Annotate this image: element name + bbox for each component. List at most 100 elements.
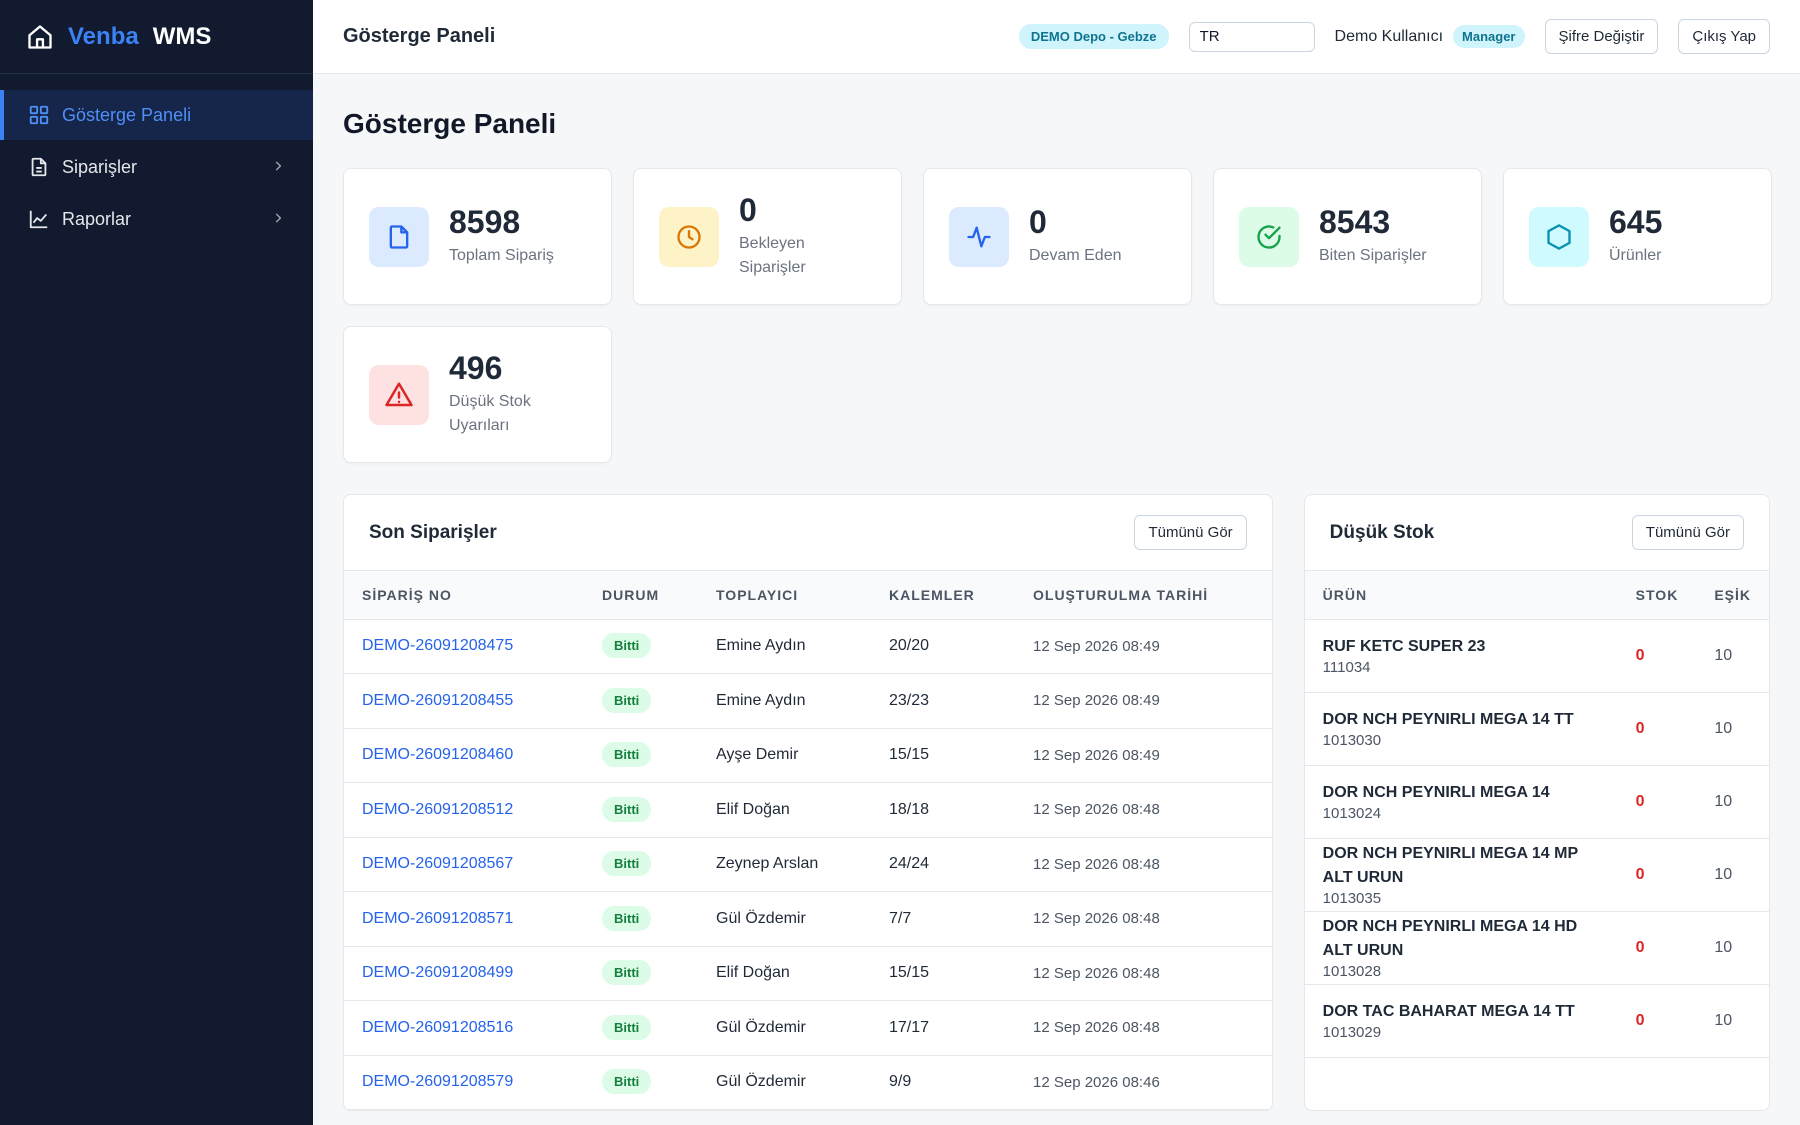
order-number-cell: DEMO-26091208567 bbox=[344, 837, 584, 892]
status-badge: Bitti bbox=[602, 1014, 652, 1040]
stock-cell: 0 bbox=[1617, 692, 1697, 766]
brand-name-primary: Venba bbox=[68, 22, 139, 50]
product-code: 111034 bbox=[1322, 659, 1371, 676]
recent-orders-panel: Son Siparişler Tümünü Gör SİPARİŞ NO DUR… bbox=[343, 494, 1273, 1111]
status-badge: Bitti bbox=[602, 1069, 652, 1095]
picker-cell: Elif Doğan bbox=[698, 782, 871, 838]
logout-button[interactable]: Çıkış Yap bbox=[1678, 19, 1770, 54]
column-header[interactable]: SİPARİŞ NO bbox=[344, 571, 584, 620]
table-row[interactable]: DEMO-26091208512 Bitti Elif Doğan 18/18 12 S… bbox=[344, 782, 1272, 838]
panel-title: Düşük Stok bbox=[1329, 521, 1435, 543]
picker-cell: Ayşe Demir bbox=[698, 728, 871, 783]
view-all-low-stock-button[interactable]: Tümünü Gör bbox=[1631, 515, 1744, 550]
stat-label: Bekleyen Siparişler bbox=[739, 235, 806, 277]
product-code: 1013035 bbox=[1322, 890, 1382, 907]
picker-cell: Emine Aydın bbox=[698, 673, 871, 729]
column-header[interactable]: TOPLAYICI bbox=[698, 571, 871, 620]
items-cell: 20/20 bbox=[871, 619, 1015, 674]
table-row[interactable]: DEMO-26091208499 Bitti Elif Doğan 15/15 12 S… bbox=[344, 946, 1272, 1001]
activity-icon bbox=[949, 206, 1009, 267]
table-row[interactable]: DEMO-26091208579 Bitti Gül Özdemir 9/9 12 Se… bbox=[344, 1055, 1272, 1110]
table-row[interactable]: DOR TAC BAHARAT MEGA 14 TT 1013029 0 10 bbox=[1304, 984, 1769, 1058]
low-stock-table: ÜRÜN STOK EŞİK RUF KETC SUPER 23 111034 0 1… bbox=[1304, 571, 1769, 1058]
status-badge: Bitti bbox=[602, 742, 652, 768]
order-number-link[interactable]: DEMO-26091208460 bbox=[362, 746, 513, 763]
product-name: RUF KETC SUPER 23 bbox=[1322, 638, 1486, 655]
order-number-link[interactable]: DEMO-26091208571 bbox=[362, 910, 513, 927]
change-password-button[interactable]: Şifre Değiştir bbox=[1544, 19, 1659, 54]
sidebar-item-label: Gösterge Paneli bbox=[62, 104, 192, 125]
picker-cell: Gül Özdemir bbox=[698, 1000, 871, 1056]
brand[interactable]: Venba WMS bbox=[0, 0, 313, 74]
table-row[interactable]: RUF KETC SUPER 23 111034 0 10 bbox=[1304, 619, 1769, 693]
product-code: 1013030 bbox=[1322, 732, 1382, 749]
threshold-cell: 10 bbox=[1696, 838, 1769, 912]
order-number-link[interactable]: DEMO-26091208516 bbox=[362, 1019, 513, 1036]
table-row[interactable]: DEMO-26091208516 Bitti Gül Özdemir 17/17 12 … bbox=[344, 1000, 1272, 1056]
column-header[interactable]: KALEMLER bbox=[871, 571, 1015, 620]
items-cell: 18/18 bbox=[871, 782, 1015, 838]
table-row[interactable]: DEMO-26091208571 Bitti Gül Özdemir 7/7 12 Se… bbox=[344, 891, 1272, 947]
order-number-cell: DEMO-26091208455 bbox=[344, 673, 584, 729]
table-row[interactable]: DOR NCH PEYNIRLI MEGA 14 TT 1013030 0 10 bbox=[1304, 692, 1769, 766]
order-number-cell: DEMO-26091208475 bbox=[344, 619, 584, 674]
column-header[interactable]: EŞİK bbox=[1696, 571, 1769, 620]
stat-card-in-progress[interactable]: 0 Devam Eden bbox=[923, 168, 1192, 305]
stat-value: 8543 bbox=[1319, 203, 1391, 240]
document-icon bbox=[28, 156, 50, 178]
sidebar-item-dashboard[interactable]: Gösterge Paneli bbox=[0, 90, 313, 140]
order-number-link[interactable]: DEMO-26091208567 bbox=[362, 855, 513, 872]
created-date-cell: 12 Sep 2026 08:48 bbox=[1015, 1000, 1272, 1056]
order-number-link[interactable]: DEMO-26091208499 bbox=[362, 964, 513, 981]
order-number-link[interactable]: DEMO-26091208512 bbox=[362, 801, 513, 818]
column-header[interactable]: STOK bbox=[1617, 571, 1697, 620]
view-all-orders-button[interactable]: Tümünü Gör bbox=[1134, 515, 1247, 550]
sidebar-item-reports[interactable]: Raporlar bbox=[0, 194, 313, 244]
table-row[interactable]: DOR NCH PEYNIRLI MEGA 14 HD ALT URUN 1013… bbox=[1304, 911, 1769, 985]
sidebar-item-label: Siparişler bbox=[62, 156, 138, 177]
order-number-link[interactable]: DEMO-26091208455 bbox=[362, 692, 513, 709]
order-number-link[interactable]: DEMO-26091208579 bbox=[362, 1073, 513, 1090]
product-cell: RUF KETC SUPER 23 111034 bbox=[1304, 619, 1618, 693]
threshold-cell: 10 bbox=[1696, 984, 1769, 1058]
stat-card-products[interactable]: 645 Ürünler bbox=[1503, 168, 1772, 305]
items-cell: 15/15 bbox=[871, 728, 1015, 783]
product-cell: DOR NCH PEYNIRLI MEGA 14 MP ALT URUN 1013… bbox=[1304, 838, 1618, 912]
stat-label: Düşük Stok Uyarıları bbox=[449, 393, 531, 435]
table-row[interactable]: DEMO-26091208567 Bitti Zeynep Arslan 24/24 1… bbox=[344, 837, 1272, 892]
threshold-cell: 10 bbox=[1696, 765, 1769, 839]
stat-card-completed-orders[interactable]: 8543 Biten Siparişler bbox=[1213, 168, 1482, 305]
table-row[interactable]: DOR NCH PEYNIRLI MEGA 14 1013024 0 10 bbox=[1304, 765, 1769, 839]
stat-value: 496 bbox=[449, 349, 503, 386]
sidebar-item-orders[interactable]: Siparişler bbox=[0, 142, 313, 192]
table-header-row: SİPARİŞ NO DURUM TOPLAYICI KALEMLER OLUŞ… bbox=[344, 571, 1272, 620]
stock-cell: 0 bbox=[1617, 765, 1697, 839]
created-date-cell: 12 Sep 2026 08:49 bbox=[1015, 728, 1272, 783]
status-badge: Bitti bbox=[602, 851, 652, 877]
product-cell: DOR NCH PEYNIRLI MEGA 14 TT 1013030 bbox=[1304, 692, 1618, 766]
table-row[interactable]: DOR NCH PEYNIRLI MEGA 14 MP ALT URUN 1013… bbox=[1304, 838, 1769, 912]
picker-cell: Emine Aydın bbox=[698, 619, 871, 674]
product-cell: DOR NCH PEYNIRLI MEGA 14 1013024 bbox=[1304, 765, 1618, 839]
table-row[interactable]: DEMO-26091208455 Bitti Emine Aydın 23/23 12 … bbox=[344, 673, 1272, 729]
table-row[interactable]: DEMO-26091208460 Bitti Ayşe Demir 15/15 12 S… bbox=[344, 728, 1272, 783]
column-header[interactable]: OLUŞTURULMA TARİHİ bbox=[1015, 571, 1272, 620]
stock-cell: 0 bbox=[1617, 911, 1697, 985]
product-cell: DOR TAC BAHARAT MEGA 14 TT 1013029 bbox=[1304, 984, 1618, 1058]
product-name: DOR TAC BAHARAT MEGA 14 TT bbox=[1322, 1003, 1575, 1020]
language-select[interactable] bbox=[1188, 21, 1315, 52]
stat-label: Ürünler bbox=[1609, 247, 1662, 265]
stat-card-total-orders[interactable]: 8598 Toplam Sipariş bbox=[343, 168, 612, 305]
sidebar-item-label: Raporlar bbox=[62, 208, 132, 229]
column-header[interactable]: DURUM bbox=[584, 571, 698, 620]
stat-card-low-stock-alerts[interactable]: 496 Düşük Stok Uyarıları bbox=[343, 326, 612, 463]
order-number-cell: DEMO-26091208516 bbox=[344, 1000, 584, 1056]
items-cell: 15/15 bbox=[871, 946, 1015, 1001]
table-row[interactable]: DEMO-26091208475 Bitti Emine Aydın 20/20 12 … bbox=[344, 619, 1272, 674]
order-number-link[interactable]: DEMO-26091208475 bbox=[362, 637, 513, 654]
home-icon bbox=[28, 24, 52, 49]
stat-card-pending-orders[interactable]: 0 Bekleyen Siparişler bbox=[633, 168, 902, 305]
column-header[interactable]: ÜRÜN bbox=[1304, 571, 1618, 620]
order-number-cell: DEMO-26091208460 bbox=[344, 728, 584, 783]
status-badge: Bitti bbox=[602, 960, 652, 986]
